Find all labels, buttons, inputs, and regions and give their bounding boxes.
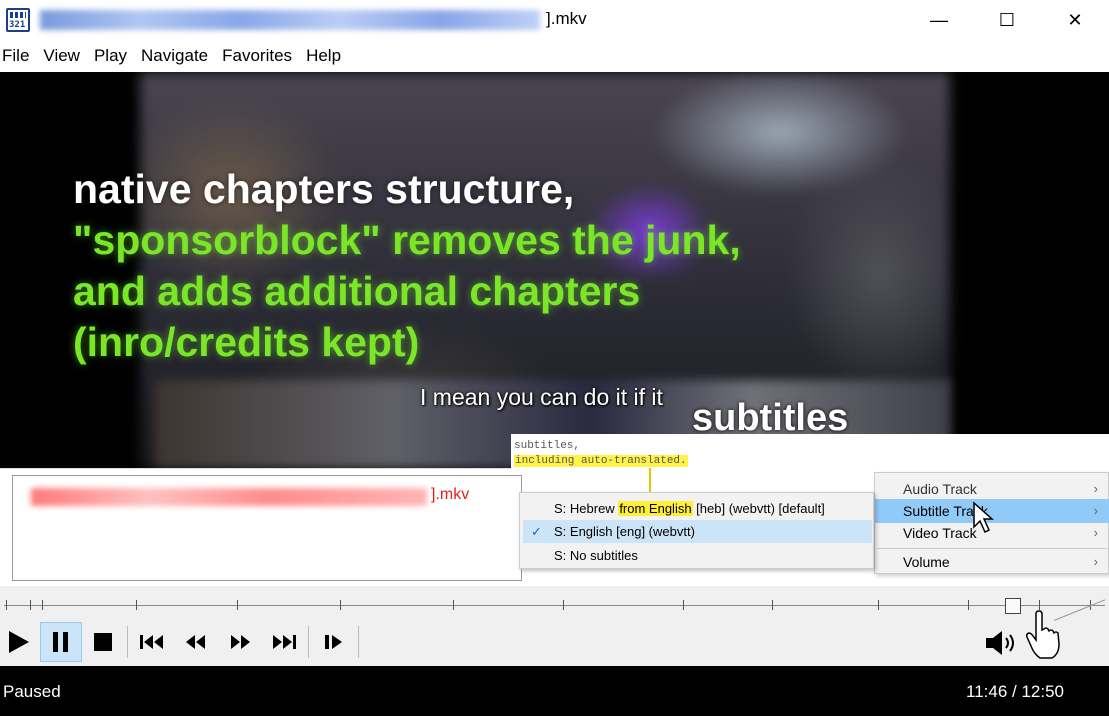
option-label: [heb] (webvtt) [default] [692, 501, 825, 516]
overlay-caption: native chapters structure, "sponsorblock… [73, 164, 741, 368]
menu-separator [877, 548, 1108, 549]
pause-button[interactable] [40, 622, 82, 662]
toolbar-separator [358, 626, 359, 658]
rewind-icon [186, 635, 205, 649]
chapter-tick [563, 600, 564, 610]
overlay-line: "sponsorblock" removes the junk, [73, 217, 741, 263]
overlay-line: and adds additional chapters [73, 268, 641, 314]
playback-toolbar [0, 610, 1109, 666]
menu-volume[interactable]: Volume › [875, 550, 1109, 574]
annotation-line: subtitles, [514, 440, 581, 452]
skip-forward-icon [273, 635, 296, 649]
chevron-right-icon: › [1093, 481, 1098, 496]
arrow-cursor-icon [973, 501, 994, 534]
chapter-tick [30, 600, 31, 610]
maximize-button[interactable]: ☐ [984, 0, 1030, 40]
chapter-tick [968, 600, 969, 610]
toolbar-separator [308, 626, 309, 658]
seek-thumb[interactable] [1004, 598, 1021, 614]
window-title: ].mkv [546, 9, 587, 28]
chevron-right-icon: › [1093, 554, 1098, 569]
chapter-tick [237, 600, 238, 610]
app-icon[interactable]: 321 [6, 8, 30, 32]
pause-icon [53, 632, 68, 652]
overlay-line: (inro/credits kept) [73, 319, 420, 365]
menu-help[interactable]: Help [306, 46, 341, 66]
overlay-line: native chapters structure, [73, 166, 575, 212]
chapter-tick [1039, 600, 1040, 610]
checkmark-icon: ✓ [531, 524, 542, 539]
chapter-tick [453, 600, 454, 610]
close-button[interactable]: ✕ [1052, 0, 1098, 40]
option-label: S: English [eng] (webvtt) [554, 524, 695, 539]
option-label: S: Hebrew [554, 501, 619, 516]
subtitle-option-english[interactable]: ✓ S: English [eng] (webvtt) [523, 520, 872, 543]
toolbar-separator [127, 626, 128, 658]
seek-track [4, 605, 1105, 606]
chevron-right-icon: › [1093, 525, 1098, 540]
playback-status: Paused [3, 682, 61, 701]
playlist-list[interactable]: ].mkv [12, 475, 522, 581]
seek-bar[interactable] [0, 586, 1109, 618]
fast-forward-button[interactable] [222, 622, 258, 662]
menu-item-label: Video Track [903, 525, 977, 541]
chapter-tick [878, 600, 879, 610]
menu-item-label: Volume [903, 554, 950, 570]
frame-step-icon [325, 635, 342, 649]
subtitle-option-none[interactable]: S: No subtitles [523, 544, 872, 567]
app-icon-label: 321 [9, 20, 26, 30]
menu-favorites[interactable]: Favorites [222, 46, 292, 66]
play-button[interactable] [0, 622, 36, 662]
menu-item-label: Audio Track [903, 481, 977, 497]
redacted-playlist-entry [31, 488, 427, 506]
play-icon [9, 631, 29, 653]
redacted-title [40, 10, 540, 30]
annotation-highlight: including auto-translated. [514, 455, 688, 467]
chapter-tick [772, 600, 773, 610]
menu-view[interactable]: View [43, 46, 80, 66]
option-highlight: from English [618, 501, 693, 516]
chapter-tick [136, 600, 137, 610]
next-button[interactable] [266, 622, 302, 662]
playlist-entry[interactable]: ].mkv [431, 486, 469, 504]
subtitle-submenu: S: Hebrew from English [heb] (webvtt) [d… [519, 492, 874, 569]
menu-audio-track[interactable]: Audio Track › [875, 477, 1109, 501]
frame-step-button[interactable] [316, 622, 352, 662]
chapter-tick [42, 600, 43, 610]
chevron-right-icon: › [1093, 503, 1098, 518]
time-display: 11:46 / 12:50 [966, 682, 1064, 701]
speaker-icon[interactable] [984, 628, 1020, 658]
video-area[interactable]: native chapters structure, "sponsorblock… [0, 72, 1109, 468]
subtitle-option-hebrew[interactable]: S: Hebrew from English [heb] (webvtt) [d… [523, 497, 872, 520]
rewind-button[interactable] [178, 622, 214, 662]
chapter-tick [683, 600, 684, 610]
chapter-tick [340, 600, 341, 610]
status-bar: Paused 11:46 / 12:50 [0, 666, 1109, 716]
stop-button[interactable] [85, 622, 121, 662]
subtitle-text: I mean you can do it if it [420, 384, 663, 410]
title-bar: 321 ].mkv — ☐ ✕ [0, 0, 1109, 40]
menu-navigate[interactable]: Navigate [141, 46, 208, 66]
stop-icon [94, 633, 112, 651]
menu-file[interactable]: File [2, 46, 29, 66]
previous-button[interactable] [134, 622, 170, 662]
menu-play[interactable]: Play [94, 46, 127, 66]
option-label: S: No subtitles [554, 548, 638, 563]
skip-back-icon [140, 635, 163, 649]
chapter-tick [6, 600, 7, 610]
fast-forward-icon [231, 635, 250, 649]
menu-bar: File View Play Navigate Favorites Help [0, 40, 1109, 72]
minimize-button[interactable]: — [916, 0, 962, 40]
